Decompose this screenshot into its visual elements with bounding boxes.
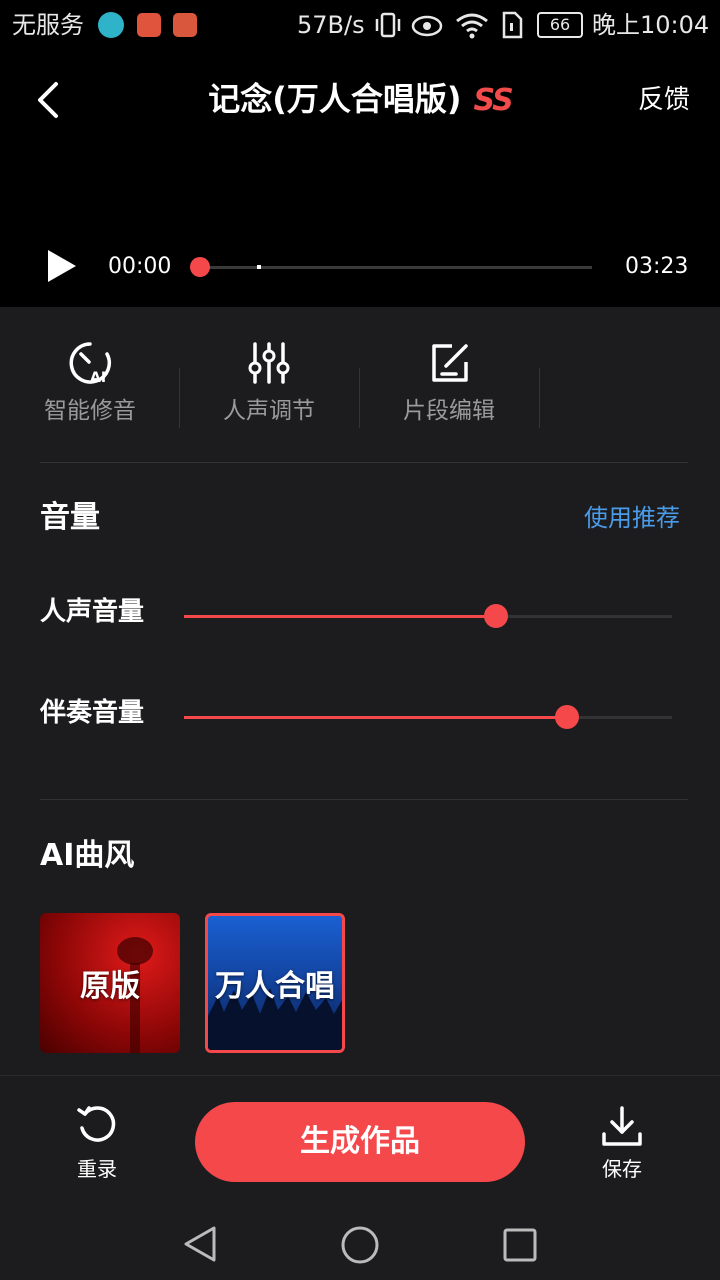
- section-divider: [40, 799, 688, 800]
- ai-style-title: AI曲风: [40, 838, 135, 873]
- rerecord-icon: [77, 1106, 116, 1142]
- volume-title: 音量: [40, 500, 100, 535]
- accomp-volume-label: 伴奏音量: [40, 698, 145, 728]
- current-time: 00:00: [108, 254, 172, 279]
- section-divider: [40, 462, 688, 463]
- tool-ai-tune[interactable]: AI 智能修音: [20, 340, 160, 430]
- net-speed-text: 57B/s: [297, 11, 365, 39]
- vibrate-icon: [375, 12, 401, 38]
- nav-back-icon[interactable]: [182, 1225, 218, 1263]
- vocal-volume-slider[interactable]: [184, 604, 672, 628]
- music-app-icon: [173, 13, 197, 37]
- save-button[interactable]: 保存: [572, 1104, 672, 1182]
- player-header: 记念(万人合唱版) SS 反馈 00:00 03:23: [0, 50, 720, 307]
- tool-label: 片段编辑: [403, 398, 495, 424]
- eye-icon: [411, 15, 443, 37]
- divider: [539, 368, 540, 428]
- style-card-label: 万人合唱: [215, 969, 335, 1004]
- style-card-original[interactable]: 原版: [40, 913, 180, 1053]
- nav-home-icon[interactable]: [340, 1225, 380, 1265]
- accomp-volume-knob[interactable]: [555, 705, 580, 729]
- song-title-row: 记念(万人合唱版) SS: [0, 74, 720, 126]
- style-card-chorus[interactable]: 万人合唱: [205, 913, 345, 1053]
- progress-knob[interactable]: [190, 257, 210, 277]
- moon-app-icon: [98, 12, 124, 38]
- carrier-text: 无服务: [12, 11, 84, 39]
- feedback-button[interactable]: 反馈: [638, 82, 690, 118]
- save-label: 保存: [602, 1157, 642, 1181]
- total-time: 03:23: [625, 254, 689, 279]
- vocal-volume-knob[interactable]: [484, 604, 509, 628]
- nav-recents-icon[interactable]: [502, 1227, 538, 1263]
- video-app-icon: [137, 13, 161, 37]
- score-badge: SS: [473, 83, 514, 118]
- edit-icon: [432, 344, 468, 382]
- style-card-label: 原版: [80, 969, 140, 1004]
- accomp-volume-fill: [184, 716, 568, 719]
- divider: [179, 368, 180, 428]
- vocal-volume-label: 人声音量: [40, 597, 145, 627]
- rerecord-label: 重录: [77, 1157, 117, 1181]
- download-icon: [602, 1106, 642, 1146]
- progress-marker: [257, 265, 261, 269]
- sim-icon: [502, 11, 523, 39]
- play-icon[interactable]: [40, 246, 80, 286]
- status-bar: 无服务 57B/s 66 晚上10:04: [0, 0, 720, 50]
- tool-label: 人声调节: [223, 398, 315, 424]
- rerecord-button[interactable]: 重录: [47, 1104, 147, 1182]
- tool-vocal-adjust[interactable]: 人声调节: [199, 340, 339, 430]
- use-recommended-button[interactable]: 使用推荐: [584, 500, 680, 536]
- song-title: 记念(万人合唱版): [208, 80, 462, 118]
- bottom-action-bar: 重录 生成作品 保存: [0, 1075, 720, 1206]
- battery-indicator: 66: [537, 12, 583, 38]
- vocal-volume-fill: [184, 615, 497, 618]
- accomp-volume-slider[interactable]: [184, 705, 672, 729]
- wifi-icon: [456, 13, 488, 39]
- clock-text: 晚上10:04: [592, 11, 710, 39]
- generate-button[interactable]: 生成作品: [195, 1102, 525, 1182]
- svg-text:AI: AI: [90, 370, 106, 386]
- ai-tune-icon: AI: [69, 342, 111, 386]
- divider: [359, 368, 360, 428]
- system-nav-bar: [0, 1205, 720, 1280]
- tool-clip-edit[interactable]: 片段编辑: [379, 340, 519, 430]
- tool-label: 智能修音: [44, 398, 136, 424]
- equalizer-icon: [248, 342, 290, 384]
